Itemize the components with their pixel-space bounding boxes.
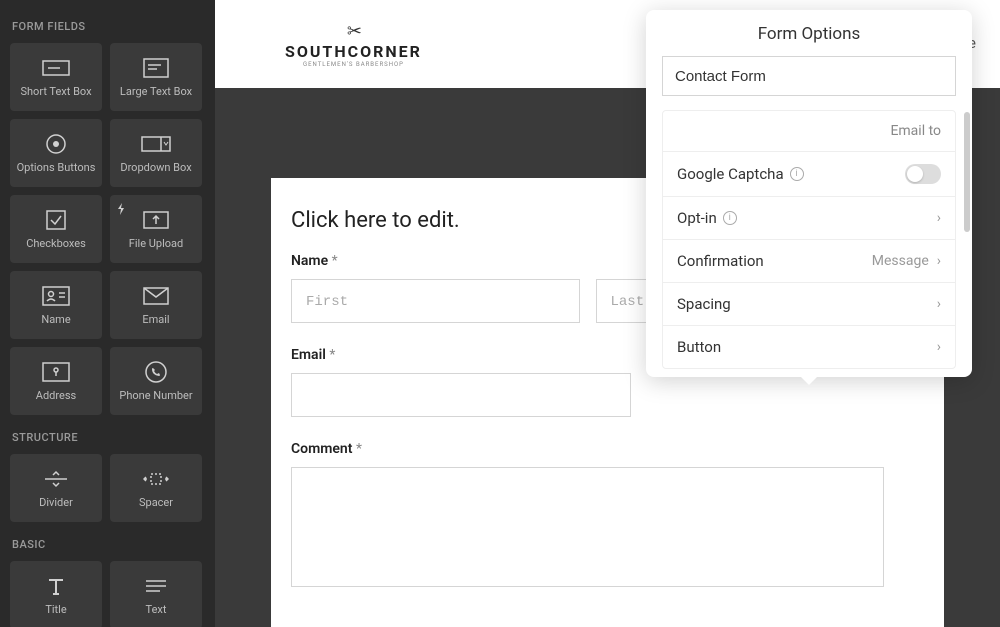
option-optin[interactable]: Opt-in i › (663, 197, 955, 240)
options-list: Email to Google Captcha i Opt-in i › Confi… (662, 110, 956, 369)
option-label: Button (677, 338, 721, 356)
input-form-name[interactable] (662, 56, 956, 96)
tile-label: Checkboxes (26, 237, 86, 250)
required-mark: * (356, 441, 362, 457)
tile-short-text[interactable]: Short Text Box (10, 43, 102, 111)
chevron-right-icon: › (937, 210, 941, 226)
tile-label: Large Text Box (120, 85, 192, 98)
tile-phone[interactable]: Phone Number (110, 347, 202, 415)
logo: ✂ SOUTHCORNER GENTLEMEN'S BARBERSHOP (285, 21, 422, 68)
tile-label: Title (45, 603, 66, 616)
option-label: Opt-in (677, 209, 717, 227)
tile-large-text[interactable]: Large Text Box (110, 43, 202, 111)
tile-spacer[interactable]: Spacer (110, 454, 202, 522)
tile-file-upload[interactable]: File Upload (110, 195, 202, 263)
section-header-form-fields: FORM FIELDS (12, 20, 203, 33)
option-value: Email to (890, 123, 941, 139)
label-text: Email (291, 347, 326, 363)
section-header-basic: BASIC (12, 538, 203, 551)
title-icon (46, 573, 66, 599)
logo-name: SOUTHCORNER (285, 42, 422, 61)
required-mark: * (329, 347, 335, 363)
input-comment[interactable] (291, 467, 884, 587)
email-icon (143, 283, 169, 309)
tile-label: Options Buttons (17, 161, 96, 174)
tile-label: Dropdown Box (120, 161, 191, 174)
sidebar: FORM FIELDS Short Text Box Large Text Bo… (0, 0, 215, 627)
option-button[interactable]: Button › (663, 326, 955, 368)
tile-label: Text (146, 603, 167, 616)
input-email[interactable] (291, 373, 631, 417)
tile-grid-form-fields: Short Text Box Large Text Box Options Bu… (10, 43, 205, 415)
tile-grid-structure: Divider Spacer (10, 454, 205, 522)
divider-icon (43, 466, 69, 492)
address-icon (42, 359, 70, 385)
large-text-icon (143, 55, 169, 81)
spacer-icon (143, 466, 169, 492)
logo-scissors-icon: ✂ (347, 21, 360, 42)
tile-dropdown[interactable]: Dropdown Box (110, 119, 202, 187)
tile-email[interactable]: Email (110, 271, 202, 339)
tile-label: Phone Number (119, 389, 192, 402)
option-value: Message (872, 253, 929, 269)
tile-checkboxes[interactable]: Checkboxes (10, 195, 102, 263)
option-label: Confirmation (677, 252, 764, 270)
short-text-icon (42, 55, 70, 81)
tile-label: Short Text Box (20, 85, 91, 98)
tile-label: Email (142, 313, 169, 326)
tile-options-buttons[interactable]: Options Buttons (10, 119, 102, 187)
panel-title: Form Options (646, 10, 972, 56)
panel-arrow-icon (801, 377, 817, 385)
option-captcha[interactable]: Google Captcha i (663, 152, 955, 197)
option-spacing[interactable]: Spacing › (663, 283, 955, 326)
label-comment: Comment * (291, 441, 884, 457)
scroll-thumb[interactable] (964, 112, 970, 232)
label-text: Name (291, 253, 328, 269)
info-icon[interactable]: i (790, 167, 804, 181)
info-icon[interactable]: i (723, 211, 737, 225)
tile-label: File Upload (129, 237, 183, 250)
tile-divider[interactable]: Divider (10, 454, 102, 522)
tile-name[interactable]: Name (10, 271, 102, 339)
logo-sub: GENTLEMEN'S BARBERSHOP (303, 61, 404, 68)
tile-title[interactable]: Title (10, 561, 102, 627)
form-options-panel: Form Options Email to Google Captcha i Op… (646, 10, 972, 377)
phone-icon (145, 359, 167, 385)
upload-icon (143, 207, 169, 233)
chevron-right-icon: › (937, 296, 941, 312)
name-icon (42, 283, 70, 309)
tile-address[interactable]: Address (10, 347, 102, 415)
checkbox-icon (46, 207, 66, 233)
label-text: Comment (291, 441, 352, 457)
scrollbar[interactable] (964, 112, 970, 361)
chevron-right-icon: › (937, 253, 941, 269)
dropdown-icon (141, 131, 171, 157)
tile-label: Address (36, 389, 76, 402)
tile-label: Spacer (139, 496, 173, 509)
toggle-captcha[interactable] (905, 164, 941, 184)
tile-label: Name (41, 313, 70, 326)
bolt-icon (116, 201, 126, 220)
tile-grid-basic: Title Text (10, 561, 205, 627)
radio-icon (45, 131, 67, 157)
section-header-structure: STRUCTURE (12, 431, 203, 444)
canvas-area: ✂ SOUTHCORNER GENTLEMEN'S BARBERSHOP ome… (215, 0, 1000, 627)
option-email-to[interactable]: Email to (663, 111, 955, 152)
option-label: Google Captcha (677, 165, 784, 183)
panel-body: Email to Google Captcha i Opt-in i › Confi… (646, 56, 972, 369)
required-mark: * (332, 253, 338, 269)
tile-text[interactable]: Text (110, 561, 202, 627)
text-icon (144, 573, 168, 599)
input-first-name[interactable] (291, 279, 580, 323)
chevron-right-icon: › (937, 339, 941, 355)
option-confirmation[interactable]: Confirmation Message › (663, 240, 955, 283)
option-label: Spacing (677, 295, 731, 313)
tile-label: Divider (39, 496, 73, 509)
